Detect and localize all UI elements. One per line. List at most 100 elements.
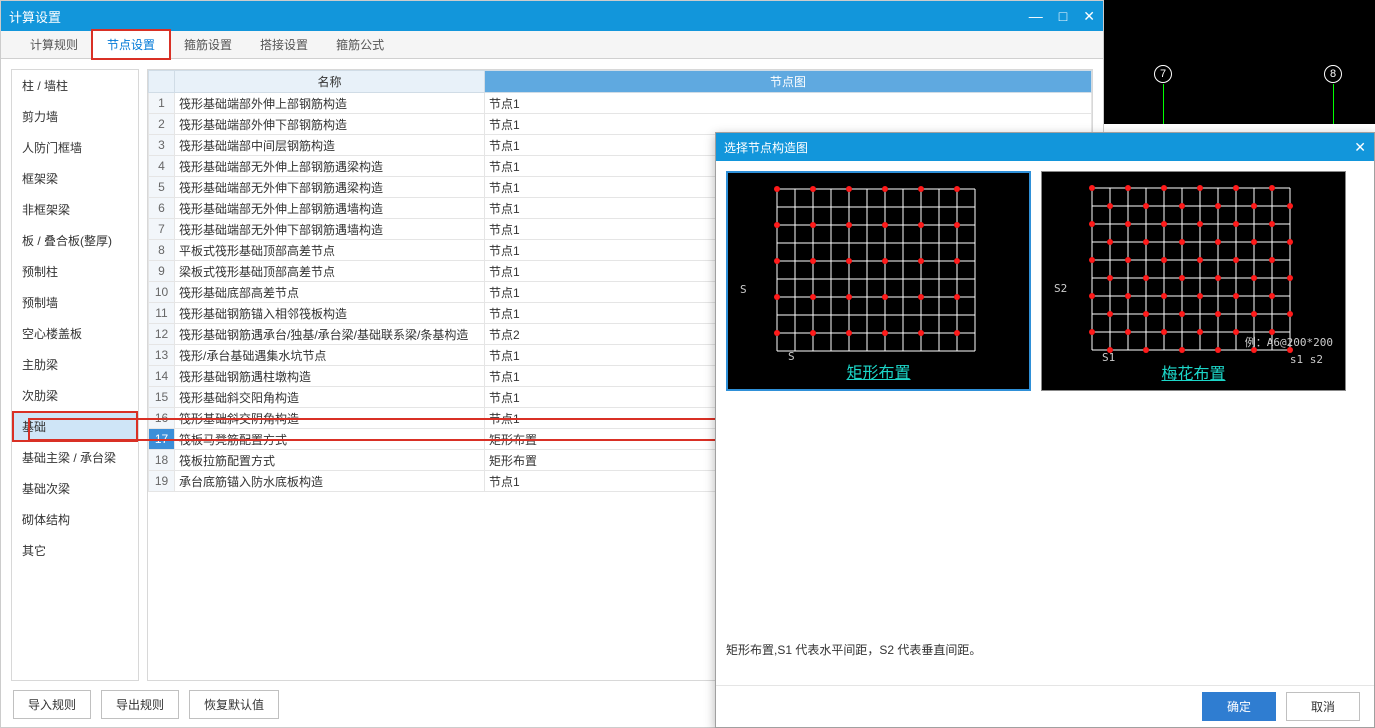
sidebar-item-8[interactable]: 空心楼盖板 bbox=[12, 318, 138, 349]
dialog-footer: 确定 取消 bbox=[716, 685, 1374, 727]
cell-name[interactable]: 梁板式筏形基础顶部高差节点 bbox=[175, 261, 485, 282]
dialog-body: S S 矩形布置 S2 S1 例：A6@200*200 s1 s2 梅花布置 矩形布置,S1 … bbox=[716, 161, 1374, 685]
row-number: 2 bbox=[149, 114, 175, 135]
bottom-button-2[interactable]: 恢复默认值 bbox=[189, 690, 279, 719]
sidebar-item-9[interactable]: 主肋梁 bbox=[12, 349, 138, 380]
row-number: 11 bbox=[149, 303, 175, 324]
window-controls: — □ ✕ bbox=[1029, 8, 1095, 25]
row-number: 6 bbox=[149, 198, 175, 219]
sidebar-item-7[interactable]: 预制墙 bbox=[12, 287, 138, 318]
sidebar-item-3[interactable]: 框架梁 bbox=[12, 163, 138, 194]
row-number: 3 bbox=[149, 135, 175, 156]
row-number: 19 bbox=[149, 471, 175, 492]
axis-y-label: S bbox=[740, 283, 747, 296]
option-card-0[interactable]: S S 矩形布置 bbox=[726, 171, 1031, 391]
ok-button[interactable]: 确定 bbox=[1202, 692, 1276, 721]
row-number: 18 bbox=[149, 450, 175, 471]
maximize-button[interactable]: □ bbox=[1059, 8, 1067, 25]
row-number: 5 bbox=[149, 177, 175, 198]
close-button[interactable]: ✕ bbox=[1083, 8, 1095, 25]
cad-line-8 bbox=[1333, 84, 1334, 124]
row-number: 1 bbox=[149, 93, 175, 114]
cell-name[interactable]: 筏板拉筋配置方式 bbox=[175, 450, 485, 471]
axis-x-label: S bbox=[788, 350, 795, 363]
row-number: 8 bbox=[149, 240, 175, 261]
cell-name[interactable]: 平板式筏形基础顶部高差节点 bbox=[175, 240, 485, 261]
options-row: S S 矩形布置 S2 S1 例：A6@200*200 s1 s2 梅花布置 bbox=[726, 171, 1364, 391]
sidebar-item-0[interactable]: 柱 / 墙柱 bbox=[12, 70, 138, 101]
row-number: 7 bbox=[149, 219, 175, 240]
sidebar-item-11[interactable]: 基础 bbox=[12, 411, 138, 442]
cell-node[interactable]: 节点1 bbox=[485, 93, 1092, 114]
cell-name[interactable]: 承台底筋锚入防水底板构造 bbox=[175, 471, 485, 492]
row-number: 4 bbox=[149, 156, 175, 177]
cell-name[interactable]: 筏形基础端部外伸下部钢筋构造 bbox=[175, 114, 485, 135]
dialog-title: 选择节点构造图 bbox=[724, 139, 1354, 156]
select-node-dialog: 选择节点构造图 ✕ S S 矩形布置 S2 S1 例：A6@200*200 s1 s2 梅花布… bbox=[715, 132, 1375, 728]
row-number: 12 bbox=[149, 324, 175, 345]
col-node-header: 节点图 bbox=[485, 71, 1092, 93]
option-description: 矩形布置,S1 代表水平间距，S2 代表垂直间距。 bbox=[726, 641, 1364, 658]
cell-name[interactable]: 筏形基础钢筋锚入相邻筏板构造 bbox=[175, 303, 485, 324]
row-number: 15 bbox=[149, 387, 175, 408]
row-number: 14 bbox=[149, 366, 175, 387]
cell-name[interactable]: 筏形基础端部无外伸下部钢筋遇梁构造 bbox=[175, 177, 485, 198]
sidebar-item-13[interactable]: 基础次梁 bbox=[12, 473, 138, 504]
tab-4[interactable]: 箍筋公式 bbox=[322, 31, 398, 58]
cell-name[interactable]: 筏形/承台基础遇集水坑节点 bbox=[175, 345, 485, 366]
col-num-header bbox=[149, 71, 175, 93]
row-number: 10 bbox=[149, 282, 175, 303]
titlebar: 计算设置 — □ ✕ bbox=[1, 1, 1103, 31]
cell-name[interactable]: 筏形基础钢筋遇柱墩构造 bbox=[175, 366, 485, 387]
sidebar-item-12[interactable]: 基础主梁 / 承台梁 bbox=[12, 442, 138, 473]
row-number: 17 bbox=[149, 429, 175, 450]
cell-name[interactable]: 筏形基础端部无外伸上部钢筋遇梁构造 bbox=[175, 156, 485, 177]
legend-label: s1 s2 bbox=[1290, 353, 1323, 366]
cell-name[interactable]: 筏形基础端部无外伸上部钢筋遇墙构造 bbox=[175, 198, 485, 219]
tab-3[interactable]: 搭接设置 bbox=[246, 31, 322, 58]
sidebar-item-14[interactable]: 砌体结构 bbox=[12, 504, 138, 535]
cell-name[interactable]: 筏形基础端部中间层钢筋构造 bbox=[175, 135, 485, 156]
sidebar-item-5[interactable]: 板 / 叠合板(整厚) bbox=[12, 225, 138, 256]
sidebar-item-6[interactable]: 预制柱 bbox=[12, 256, 138, 287]
dialog-titlebar: 选择节点构造图 ✕ bbox=[716, 133, 1374, 161]
sidebar-item-2[interactable]: 人防门框墙 bbox=[12, 132, 138, 163]
option-caption: 矩形布置 bbox=[846, 359, 910, 383]
example-label: 例：A6@200*200 bbox=[1245, 334, 1333, 350]
table-row[interactable]: 1筏形基础端部外伸上部钢筋构造节点1 bbox=[149, 93, 1092, 114]
tab-2[interactable]: 箍筋设置 bbox=[170, 31, 246, 58]
cad-line-7 bbox=[1163, 84, 1164, 124]
row-number: 9 bbox=[149, 261, 175, 282]
cell-name[interactable]: 筏形基础端部外伸上部钢筋构造 bbox=[175, 93, 485, 114]
window-title: 计算设置 bbox=[9, 7, 1029, 26]
axis-y-label: S2 bbox=[1054, 282, 1067, 295]
sidebar-item-1[interactable]: 剪力墙 bbox=[12, 101, 138, 132]
cell-name[interactable]: 筏形基础钢筋遇承台/独基/承台梁/基础联系梁/条基构造 bbox=[175, 324, 485, 345]
cell-name[interactable]: 筏形基础底部高差节点 bbox=[175, 282, 485, 303]
cad-node-7: 7 bbox=[1154, 65, 1172, 83]
row-number: 13 bbox=[149, 345, 175, 366]
axis-x-label: S1 bbox=[1102, 351, 1115, 364]
col-name-header: 名称 bbox=[175, 71, 485, 93]
sidebar-item-10[interactable]: 次肋梁 bbox=[12, 380, 138, 411]
cancel-button[interactable]: 取消 bbox=[1286, 692, 1360, 721]
grid-diagram bbox=[749, 183, 1009, 359]
minimize-button[interactable]: — bbox=[1029, 8, 1043, 25]
cell-name[interactable]: 筏形基础斜交阴角构造 bbox=[175, 408, 485, 429]
option-caption: 梅花布置 bbox=[1161, 360, 1225, 384]
cad-preview: 7 8 bbox=[1104, 0, 1375, 124]
tab-strip: 计算规则节点设置箍筋设置搭接设置箍筋公式 bbox=[1, 31, 1103, 59]
cell-name[interactable]: 筏板马凳筋配置方式 bbox=[175, 429, 485, 450]
sidebar-item-4[interactable]: 非框架梁 bbox=[12, 194, 138, 225]
cad-node-8: 8 bbox=[1324, 65, 1342, 83]
bottom-button-1[interactable]: 导出规则 bbox=[101, 690, 179, 719]
bottom-button-0[interactable]: 导入规则 bbox=[13, 690, 91, 719]
tab-0[interactable]: 计算规则 bbox=[16, 31, 92, 58]
option-card-1[interactable]: S2 S1 例：A6@200*200 s1 s2 梅花布置 bbox=[1041, 171, 1346, 391]
cell-name[interactable]: 筏形基础斜交阳角构造 bbox=[175, 387, 485, 408]
tab-1[interactable]: 节点设置 bbox=[92, 30, 170, 59]
dialog-close-button[interactable]: ✕ bbox=[1354, 139, 1366, 156]
category-sidebar: 柱 / 墙柱剪力墙人防门框墙框架梁非框架梁板 / 叠合板(整厚)预制柱预制墙空心… bbox=[11, 69, 139, 681]
sidebar-item-15[interactable]: 其它 bbox=[12, 535, 138, 566]
cell-name[interactable]: 筏形基础端部无外伸下部钢筋遇墙构造 bbox=[175, 219, 485, 240]
